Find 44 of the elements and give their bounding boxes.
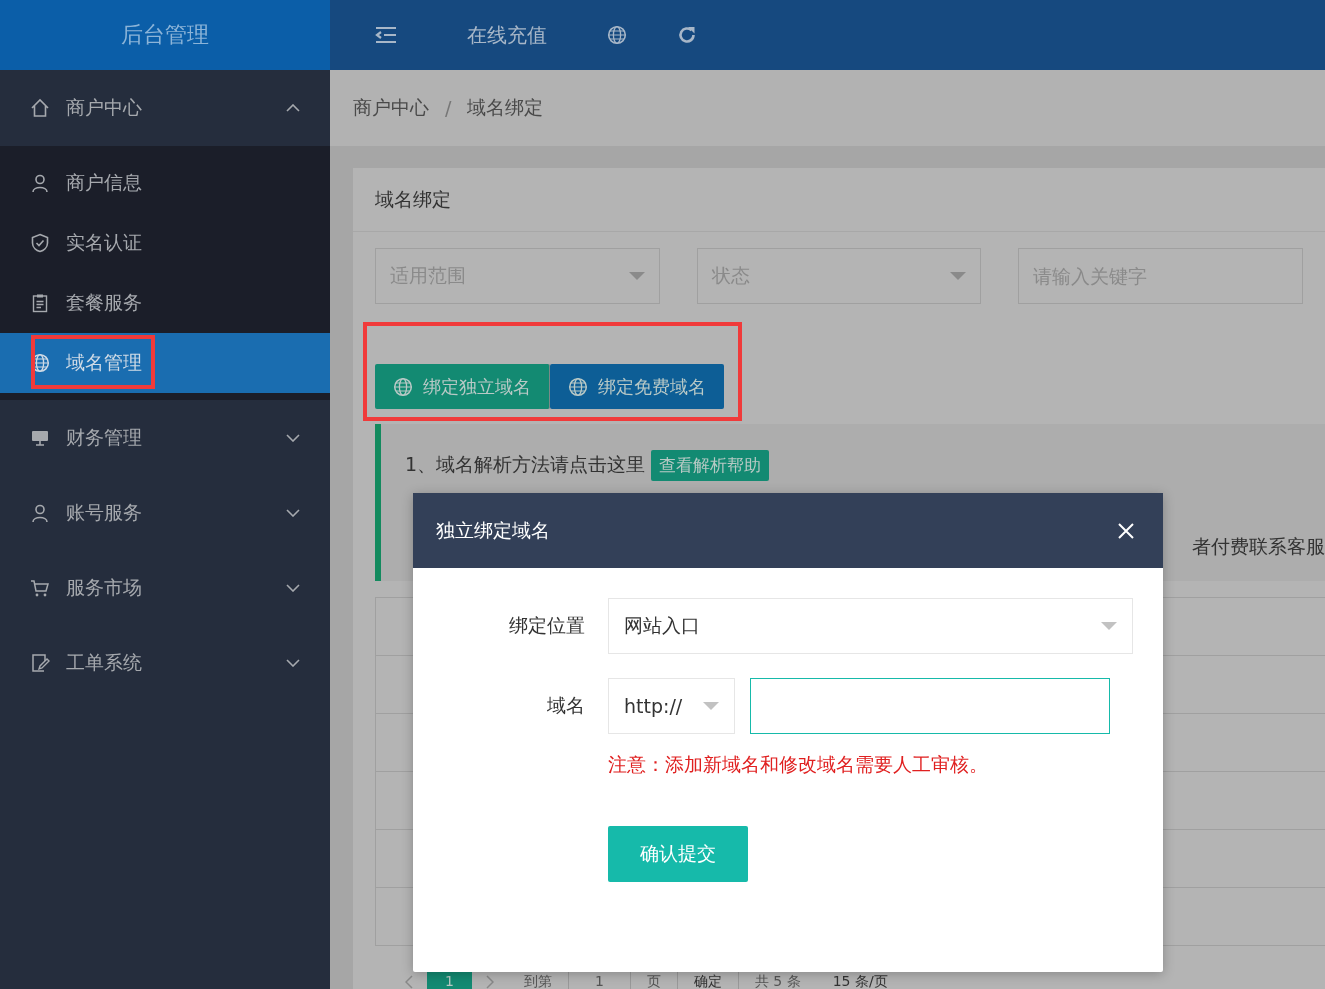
chevron-icon (286, 658, 300, 667)
chevron-icon (286, 433, 300, 442)
scheme-select[interactable]: http:// (608, 678, 735, 734)
page-unit: 页 (645, 972, 662, 989)
chevron-icon (286, 104, 300, 112)
globe-icon (393, 376, 413, 397)
globe-icon (568, 376, 588, 397)
next-page-icon[interactable] (485, 975, 494, 989)
caret-icon (628, 272, 645, 280)
menu-item[interactable]: 商户信息 (0, 153, 330, 213)
cart-icon (30, 577, 50, 598)
field-label: 域名 (546, 693, 586, 718)
breadcrumb-separator: / (445, 97, 452, 119)
warning-text: 注意：添加新域名和修改域名需要人工审核。 (608, 752, 989, 777)
menu-item[interactable]: 套餐服务 (0, 273, 330, 333)
caret-icon (1101, 622, 1117, 630)
note-text: 1、域名解析方法请点击这里 (405, 452, 646, 477)
clipboard-icon (30, 293, 50, 313)
user-icon (30, 173, 50, 193)
menu-item[interactable]: 实名认证 (0, 213, 330, 273)
position-select[interactable]: 网站入口 (608, 598, 1133, 654)
user-icon (30, 502, 50, 523)
breadcrumb-link[interactable]: 域名绑定 (467, 95, 544, 121)
bind-button[interactable]: 绑定免费域名 (550, 364, 724, 409)
recharge-link[interactable]: 在线充值 (432, 0, 592, 70)
caret-icon (950, 272, 967, 280)
panel-title: 域名绑定 (353, 168, 1325, 232)
page-size-select[interactable]: 15 条/页 (816, 972, 904, 989)
menu-item[interactable]: 域名管理 (0, 333, 330, 393)
edit-icon (30, 652, 50, 673)
chevron-icon (286, 583, 300, 592)
home-icon (30, 98, 50, 118)
total-count: 共 5 条 (753, 972, 802, 989)
app-title: 后台管理 (0, 0, 330, 70)
shield-icon (30, 233, 50, 253)
chevron-icon (286, 508, 300, 517)
field-label: 绑定位置 (508, 613, 586, 638)
caret-icon (703, 702, 719, 710)
dialog-title: 独立绑定域名 (436, 517, 550, 543)
prev-page-icon[interactable] (405, 975, 413, 989)
note-text: 者付费联系客服 (1192, 534, 1325, 559)
breadcrumb-link[interactable]: 商户中心 (353, 95, 429, 121)
goto-label: 到第 (522, 972, 553, 989)
domain-input[interactable] (750, 678, 1110, 734)
